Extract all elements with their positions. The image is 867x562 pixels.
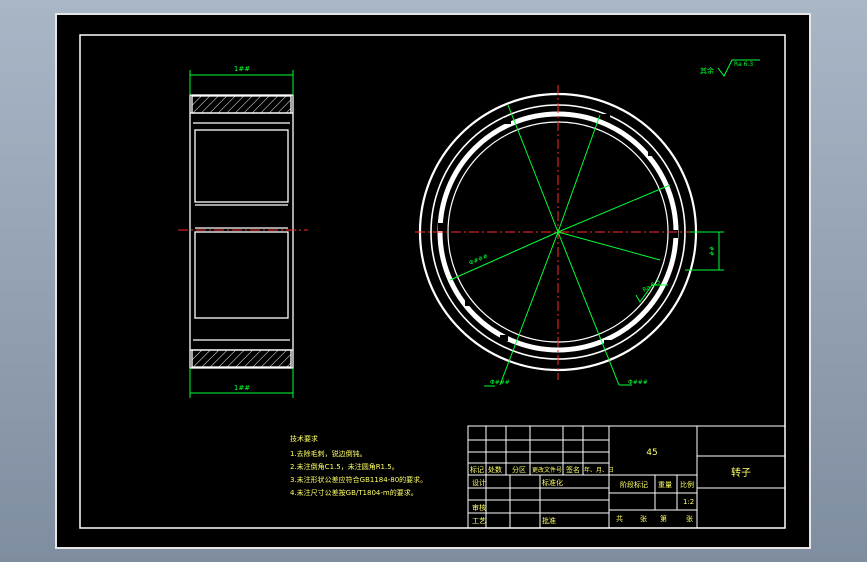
- diameter-label-inner: Φ###: [468, 253, 489, 267]
- tb-stage-label: 阶段标记: [620, 480, 648, 489]
- tb-sheet-label: 张: [640, 514, 647, 523]
- note-item: 4.未注尺寸公差按GB/T1804-m的要求。: [290, 488, 418, 497]
- drawing-border: [79, 34, 786, 529]
- top-width-dimension: [189, 70, 294, 95]
- tb-weight-label: 重量: [658, 481, 672, 489]
- tb-header-zone: 分区: [512, 465, 526, 474]
- bottom-width-label: 1##: [234, 384, 250, 392]
- tb-scale: 1:2: [683, 498, 694, 506]
- tb-header-count: 处数: [488, 465, 502, 474]
- tb-header-sign: 签名: [566, 465, 580, 474]
- notes-heading: 技术要求: [290, 434, 318, 443]
- tb-header-file: 更改文件号: [532, 466, 562, 474]
- bottom-width-dimension: [189, 368, 294, 398]
- side-dimension-label: ##: [709, 246, 716, 256]
- bottom-hatch: [191, 349, 292, 368]
- tb-process: 工艺: [472, 517, 486, 525]
- tb-sheet-total: 共: [616, 514, 623, 523]
- tb-standardization: 标准化: [542, 478, 563, 487]
- tb-designer: 设计: [472, 478, 486, 487]
- diameter-label-left: Φ###: [490, 379, 510, 386]
- note-item: 2.未注倒角C1.5，未注圆角R1.5。: [290, 462, 399, 471]
- top-hatch: [191, 95, 292, 114]
- tb-header-date: 年、月、日: [584, 466, 614, 474]
- tb-approve: 批准: [542, 516, 556, 525]
- global-roughness-label: Ra 6.3: [734, 61, 753, 68]
- diameter-label-right: Φ###: [628, 379, 648, 386]
- global-roughness-note: 其余: [700, 66, 714, 75]
- top-width-label: 1##: [234, 65, 250, 73]
- tb-header-mark: 标记: [470, 465, 484, 474]
- section-view: [189, 94, 294, 369]
- tb-sheet-label2: 张: [686, 514, 693, 523]
- tb-part-name: 转子: [731, 466, 751, 479]
- note-item: 3.未注形状公差应符合GB1184-80的要求。: [290, 475, 427, 484]
- tb-material: 45: [646, 448, 657, 458]
- technical-notes: 技术要求 1.去除毛刺，锐边倒钝。 2.未注倒角C1.5，未注圆角R1.5。 3…: [290, 434, 427, 497]
- tb-scale-label: 比例: [680, 480, 694, 489]
- note-item: 1.去除毛刺，锐边倒钝。: [290, 449, 367, 458]
- tb-sheet-no: 第: [660, 514, 667, 523]
- drawing-canvas: 1## 1## Φ### Φ### Φ### ## Ra 6.3 其余 Ra 6…: [79, 34, 786, 529]
- tb-reviewer: 审核: [472, 503, 486, 512]
